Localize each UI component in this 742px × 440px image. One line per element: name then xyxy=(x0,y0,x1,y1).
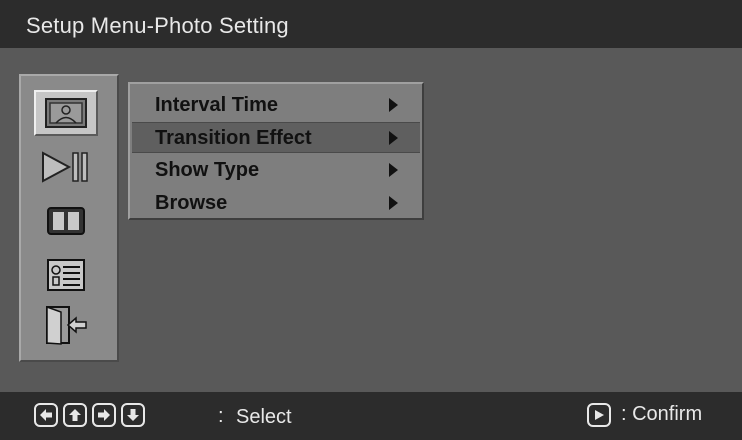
select-separator: : xyxy=(218,405,224,427)
submenu-arrow-icon xyxy=(389,131,398,145)
menu-item-label: Interval Time xyxy=(155,94,279,116)
page-title: Setup Menu-Photo Setting xyxy=(26,13,289,38)
footer-hint-bar: : Select : Confirm xyxy=(0,392,742,440)
photo-icon[interactable] xyxy=(34,90,98,136)
select-hint-label: Select xyxy=(236,406,292,428)
menu-item-label: Show Type xyxy=(155,159,260,181)
menu-item-transition-effect[interactable]: Transition Effect xyxy=(132,122,420,153)
setup-category-bar xyxy=(19,74,119,362)
photo-setting-menu: Interval Time Transition Effect Show Typ… xyxy=(128,82,424,220)
info-card-icon[interactable] xyxy=(34,252,98,298)
submenu-arrow-icon xyxy=(389,98,398,112)
submenu-arrow-icon xyxy=(389,163,398,177)
display-icon[interactable] xyxy=(34,198,98,244)
submenu-arrow-icon xyxy=(389,196,398,210)
confirm-hint-label: : Confirm xyxy=(621,403,703,425)
down-arrow-icon xyxy=(121,403,145,427)
title-bar: Setup Menu-Photo Setting xyxy=(0,0,742,48)
menu-item-label: Transition Effect xyxy=(155,127,312,149)
play-icon xyxy=(587,403,611,427)
menu-item-browse[interactable]: Browse xyxy=(132,188,420,219)
left-arrow-icon xyxy=(34,403,58,427)
up-arrow-icon xyxy=(63,403,87,427)
exit-door-icon[interactable] xyxy=(34,302,98,348)
menu-item-show-type[interactable]: Show Type xyxy=(132,155,420,186)
nav-key-group xyxy=(34,403,145,427)
menu-item-label: Browse xyxy=(155,192,228,214)
play-pause-icon[interactable] xyxy=(34,144,98,190)
right-arrow-icon xyxy=(92,403,116,427)
menu-item-interval-time[interactable]: Interval Time xyxy=(132,90,420,121)
